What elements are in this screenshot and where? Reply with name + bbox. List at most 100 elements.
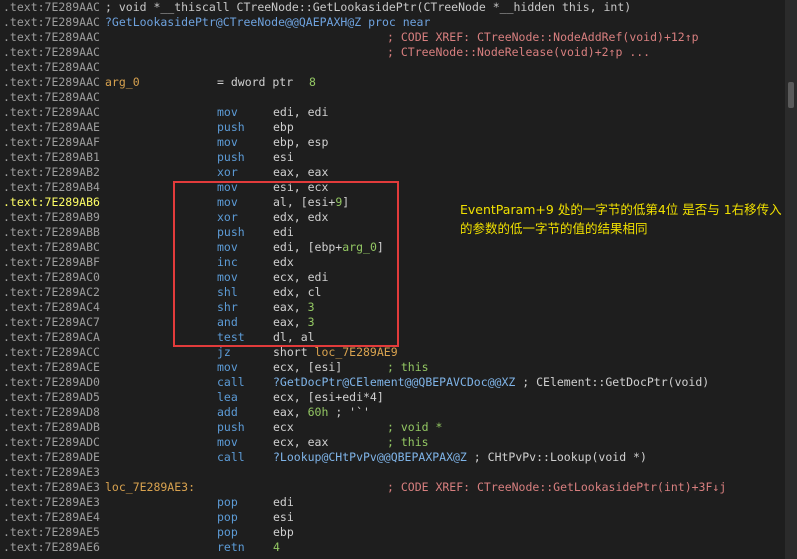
xref-comment: ; CODE XREF: CTreeNode::GetLookasidePtr(… — [387, 480, 727, 494]
operand-part: edi, edi — [273, 105, 329, 119]
address: .text:7E289AD0 — [3, 375, 100, 389]
jump-target[interactable]: loc_7E289AE9 — [315, 345, 398, 359]
operands: eax, 60h ; '`' — [273, 405, 370, 420]
operand-part: ecx, [esi+edi*4] — [273, 390, 384, 404]
listing-line[interactable]: .text:7E289AD5 lea ecx, [esi+edi*4] — [0, 390, 785, 405]
operands: eax, eax — [273, 165, 328, 180]
symbol-name[interactable]: ?Lookup@CHtPvPv@@QBEPAXPAX@Z — [273, 450, 467, 464]
operands: ?Lookup@CHtPvPv@@QBEPAXPAX@Z ; CHtPvPv::… — [273, 450, 647, 465]
operands: edi, edi — [273, 105, 328, 120]
address: .text:7E289AAC — [3, 15, 100, 29]
address: .text:7E289AAC — [3, 90, 100, 104]
operand-part: edi — [273, 495, 294, 509]
address: .text:7E289AE6 — [3, 540, 100, 554]
address: .text:7E289ACA — [3, 330, 100, 344]
operands: ebp, esp — [273, 135, 328, 150]
highlight-box — [173, 181, 399, 347]
listing-line[interactable]: .text:7E289AAE push ebp — [0, 120, 785, 135]
code-label[interactable]: loc_7E289AE3: — [105, 480, 195, 495]
operand-part: ; CElement::GetDocPtr(void) — [515, 375, 710, 389]
operands: esi — [273, 150, 294, 165]
listing-line[interactable]: .text:7E289AAC ?GetLookasidePtr@CTreeNode… — [0, 15, 785, 30]
mnemonic: call — [217, 450, 245, 464]
operand-part: ecx, [esi] — [273, 360, 343, 374]
mnemonic: mov — [217, 135, 238, 149]
header-text: ?GetLookasidePtr@CTreeNode@@QAEPAXH@Z pr… — [105, 15, 431, 29]
listing-line[interactable]: .text:7E289AE5 pop ebp — [0, 525, 785, 540]
operand-part: ebp, esp — [273, 135, 329, 149]
operand-part: ; '`' — [328, 405, 370, 419]
listing-line[interactable]: .text:7E289AB1 push esi — [0, 150, 785, 165]
listing-line[interactable]: .text:7E289ADC mov ecx, eax ; this — [0, 435, 785, 450]
address: .text:7E289ABF — [3, 255, 100, 269]
address: .text:7E289AAF — [3, 135, 100, 149]
address: .text:7E289AAC — [3, 0, 100, 14]
listing-line[interactable]: .text:7E289AAC — [0, 60, 785, 75]
comment: ; this — [387, 435, 429, 449]
listing-line[interactable]: .text:7E289ACE mov ecx, [esi] ; this — [0, 360, 785, 375]
annotation-note: EventParam+9 处的一字节的低第4位 是否与 1右移传入的参数的低一字… — [460, 202, 782, 236]
address: .text:7E289AC7 — [3, 315, 100, 329]
listing-line[interactable]: .text:7E289AE3 loc_7E289AE3: ; CODE XREF: … — [0, 480, 785, 495]
listing-line[interactable]: .text:7E289AE6 retn 4 — [0, 540, 785, 555]
operands: ebp — [273, 120, 294, 135]
address: .text:7E289AAC — [3, 30, 100, 44]
listing-line[interactable]: .text:7E289ADB push ecx ; void * — [0, 420, 785, 435]
address: .text:7E289ADC — [3, 435, 100, 449]
listing-line[interactable]: .text:7E289AAC ; void *__thiscall CTreeNo… — [0, 0, 785, 15]
operand-part: esi — [273, 150, 294, 164]
address: .text:7E289AC0 — [3, 270, 100, 284]
mnemonic: mov — [217, 435, 238, 449]
listing-line[interactable]: .text:7E289AE3 — [0, 465, 785, 480]
operands: ebp — [273, 525, 294, 540]
operands: esi — [273, 510, 294, 525]
address: .text:7E289AE3 — [3, 465, 100, 479]
listing-line[interactable]: .text:7E289AD0 call ?GetDocPtr@CElement@@Q… — [0, 375, 785, 390]
address: .text:7E289ABB — [3, 225, 100, 239]
address: .text:7E289ACC — [3, 345, 100, 359]
listing-line[interactable]: .text:7E289AAC ; CODE XREF: CTreeNode::No… — [0, 30, 785, 45]
symbol-name[interactable]: ?GetDocPtr@CElement@@QBEPAVCDoc@@XZ — [273, 375, 515, 389]
listing-line[interactable]: .text:7E289AAC mov edi, edi — [0, 105, 785, 120]
listing-line[interactable]: .text:7E289AE3 pop edi — [0, 495, 785, 510]
address: .text:7E289AB9 — [3, 210, 100, 224]
scrollbar-thumb[interactable] — [788, 82, 794, 108]
mnemonic: push — [217, 150, 245, 164]
mnemonic: pop — [217, 510, 238, 524]
listing-line[interactable]: .text:7E289AAC arg_0 = dword ptr 8 — [0, 75, 785, 90]
mnemonic: add — [217, 405, 238, 419]
address: .text:7E289AAC — [3, 75, 100, 89]
comment: ; this — [387, 360, 429, 374]
mnemonic: retn — [217, 540, 245, 554]
operand-part: eax, eax — [273, 165, 329, 179]
address: .text:7E289AAC — [3, 45, 100, 59]
comment: ; void * — [387, 420, 443, 434]
listing-line[interactable]: .text:7E289AD8 add eax, 60h ; '`' — [0, 405, 785, 420]
listing-line[interactable]: .text:7E289AAF mov ebp, esp — [0, 135, 785, 150]
address: .text:7E289AC2 — [3, 285, 100, 299]
address: .text:7E289AB6 — [3, 195, 100, 209]
listing-line[interactable]: .text:7E289ADE call ?Lookup@CHtPvPv@@QBEPA… — [0, 450, 785, 465]
listing-line[interactable]: .text:7E289ACC jz short loc_7E289AE9 — [0, 345, 785, 360]
mnemonic: push — [217, 420, 245, 434]
mnemonic: mov — [217, 360, 238, 374]
vertical-scrollbar[interactable] — [785, 0, 797, 559]
operand-part: ; CHtPvPv::Lookup(void *) — [466, 450, 647, 464]
address: .text:7E289ACE — [3, 360, 100, 374]
mnemonic: pop — [217, 495, 238, 509]
operands: ecx, eax — [273, 435, 328, 450]
listing-line[interactable]: .text:7E289AAC ; CTreeNode::NodeRelease(v… — [0, 45, 785, 60]
address: .text:7E289AB4 — [3, 180, 100, 194]
operands: ?GetDocPtr@CElement@@QBEPAVCDoc@@XZ ; CE… — [273, 375, 709, 390]
arg-type: = dword ptr — [217, 75, 294, 89]
address: .text:7E289AAE — [3, 120, 100, 134]
listing-line[interactable]: .text:7E289AB2 xor eax, eax — [0, 165, 785, 180]
listing-line[interactable]: .text:7E289AE4 pop esi — [0, 510, 785, 525]
comment: ; CODE XREF: CTreeNode::NodeAddRef(void)… — [387, 30, 699, 44]
operand-part: ebp — [273, 525, 294, 539]
address: .text:7E289AD8 — [3, 405, 100, 419]
operands: edi — [273, 495, 294, 510]
listing-line[interactable]: .text:7E289AAC — [0, 90, 785, 105]
address: .text:7E289AAC — [3, 60, 100, 74]
address: .text:7E289AE3 — [3, 480, 100, 494]
